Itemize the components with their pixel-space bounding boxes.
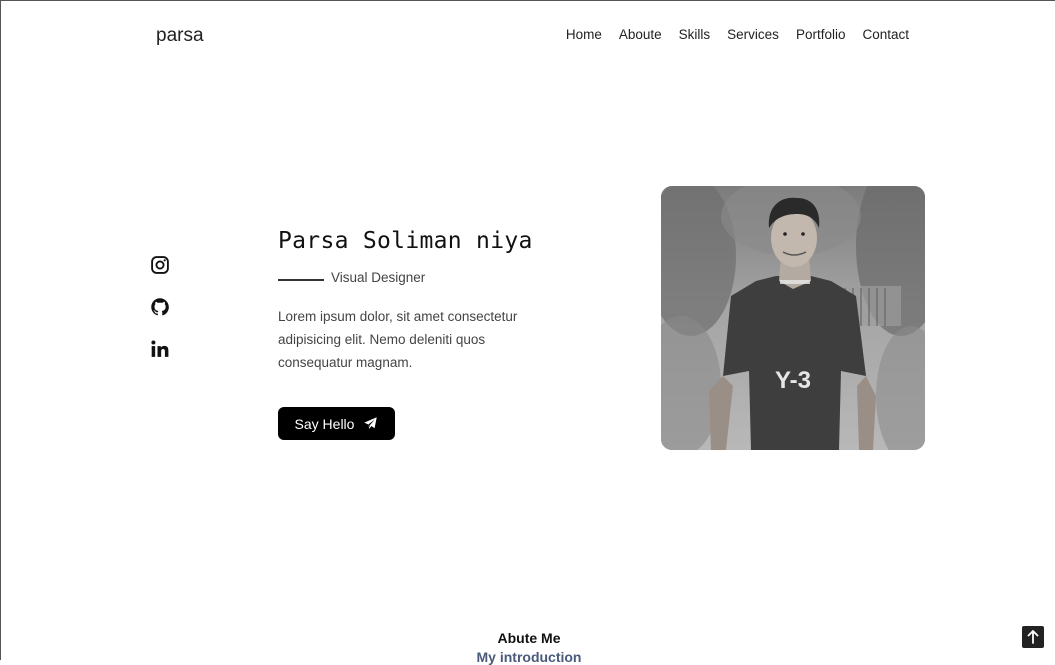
nav-skills[interactable]: Skills (679, 27, 711, 42)
nav-contact[interactable]: Contact (862, 27, 909, 42)
description-line: consequatur magnam. (278, 355, 413, 370)
hero-description: Lorem ipsum dolor, sit amet consectetur … (278, 305, 528, 374)
scroll-top-button[interactable] (1022, 626, 1044, 648)
send-icon (364, 417, 378, 429)
about-title: Abute Me (497, 630, 561, 646)
profile-photo: Y-3 (661, 186, 925, 450)
description-line: adipisicing elit. Nemo deleniti quos (278, 332, 486, 347)
description-line: Lorem ipsum dolor, sit amet consectetur (278, 309, 518, 324)
social-links (150, 255, 170, 359)
nav-home[interactable]: Home (566, 27, 602, 42)
say-hello-button[interactable]: Say Hello (278, 407, 395, 440)
profile-photo-image: Y-3 (661, 186, 925, 450)
shirt-text: Y-3 (775, 367, 811, 394)
nav-portfolio[interactable]: Portfolio (796, 27, 846, 42)
nav-about[interactable]: Aboute (619, 27, 662, 42)
say-hello-label: Say Hello (294, 415, 355, 432)
about-subtitle: My introduction (476, 649, 582, 665)
hero-name: Parsa Soliman niya (278, 228, 533, 254)
site-logo[interactable]: parsa (156, 25, 204, 47)
arrow-up-icon (1027, 630, 1039, 644)
linkedin-icon[interactable] (150, 339, 170, 359)
main-nav: Home Aboute Skills Services Portfolio Co… (566, 27, 909, 42)
github-icon[interactable] (150, 297, 170, 317)
instagram-icon[interactable] (150, 255, 170, 275)
hero-subtitle: Visual Designer (331, 270, 426, 285)
nav-services[interactable]: Services (727, 27, 779, 42)
subtitle-divider (278, 279, 324, 281)
